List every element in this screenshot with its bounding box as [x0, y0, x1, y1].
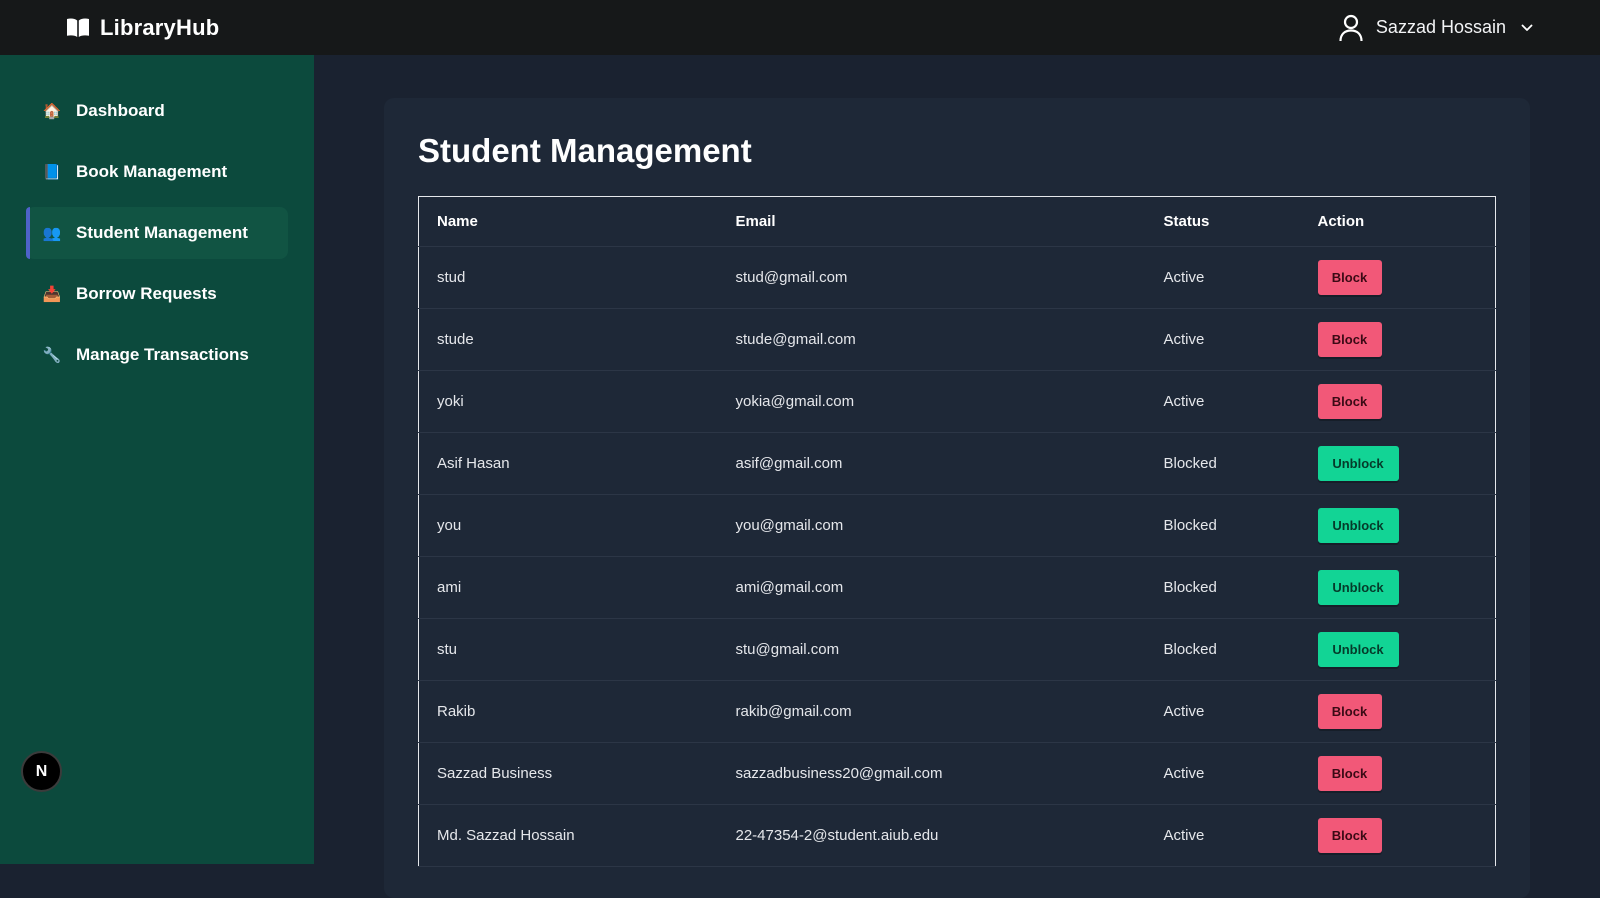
- cell-email: stu@gmail.com: [717, 618, 1146, 681]
- main-content: Student Management Name Email Status Act…: [314, 55, 1600, 898]
- cell-status: Blocked: [1145, 432, 1300, 495]
- inbox-tray-icon: 📥: [42, 285, 62, 303]
- user-menu[interactable]: Sazzad Hossain: [1338, 14, 1534, 42]
- cell-email: you@gmail.com: [717, 494, 1146, 557]
- sidebar-item-label: Dashboard: [76, 101, 165, 120]
- cell-action: Block: [1299, 742, 1496, 805]
- cell-email: rakib@gmail.com: [717, 680, 1146, 743]
- cell-action: Block: [1299, 370, 1496, 433]
- sidebar-item-manage-transactions[interactable]: 🔧 Manage Transactions: [26, 329, 288, 381]
- cell-email: yokia@gmail.com: [717, 370, 1146, 433]
- block-button[interactable]: Block: [1317, 322, 1382, 357]
- brand-name: LibraryHub: [100, 14, 220, 40]
- table-row: stude stude@gmail.com Active Block: [418, 308, 1496, 371]
- cell-name: yoki: [418, 370, 718, 433]
- sidebar-item-student-management[interactable]: 👥 Student Management: [26, 207, 288, 259]
- block-button[interactable]: Block: [1317, 818, 1382, 853]
- table-row: stud stud@gmail.com Active Block: [418, 246, 1496, 309]
- cell-action: Block: [1299, 246, 1496, 309]
- student-management-card: Student Management Name Email Status Act…: [384, 98, 1530, 898]
- sidebar: 🏠 Dashboard 📘 Book Management 👥 Student …: [0, 55, 314, 864]
- block-button[interactable]: Block: [1317, 260, 1382, 295]
- table-row: yoki yokia@gmail.com Active Block: [418, 370, 1496, 433]
- nextjs-badge[interactable]: N: [21, 751, 62, 792]
- unblock-button[interactable]: Unblock: [1317, 446, 1399, 481]
- cell-status: Active: [1145, 680, 1300, 743]
- table-row: ami ami@gmail.com Blocked Unblock: [418, 556, 1496, 619]
- cell-email: stude@gmail.com: [717, 308, 1146, 371]
- cell-name: stude: [418, 308, 718, 371]
- unblock-button[interactable]: Unblock: [1317, 570, 1399, 605]
- unblock-button[interactable]: Unblock: [1317, 632, 1399, 667]
- table-header-row: Name Email Status Action: [418, 196, 1496, 247]
- sidebar-item-label: Manage Transactions: [76, 345, 249, 364]
- cell-name: stu: [418, 618, 718, 681]
- column-header-action: Action: [1299, 196, 1496, 247]
- cell-action: Unblock: [1299, 432, 1496, 495]
- cell-email: sazzadbusiness20@gmail.com: [717, 742, 1146, 805]
- chevron-down-icon: [1520, 21, 1534, 35]
- table-row: Md. Sazzad Hossain 22-47354-2@student.ai…: [418, 804, 1496, 867]
- cell-email: 22-47354-2@student.aiub.edu: [717, 804, 1146, 867]
- cell-action: Block: [1299, 308, 1496, 371]
- unblock-button[interactable]: Unblock: [1317, 508, 1399, 543]
- cell-status: Blocked: [1145, 618, 1300, 681]
- cell-name: Md. Sazzad Hossain: [418, 804, 718, 867]
- sidebar-item-label: Borrow Requests: [76, 284, 217, 303]
- table-row: you you@gmail.com Blocked Unblock: [418, 494, 1496, 557]
- table-row: Sazzad Business sazzadbusiness20@gmail.c…: [418, 742, 1496, 805]
- cell-email: asif@gmail.com: [717, 432, 1146, 495]
- column-header-status: Status: [1145, 196, 1300, 247]
- cell-action: Block: [1299, 804, 1496, 867]
- wrench-icon: 🔧: [42, 346, 62, 364]
- sidebar-item-borrow-requests[interactable]: 📥 Borrow Requests: [26, 268, 288, 320]
- students-table: Name Email Status Action stud stud@gmail…: [418, 196, 1496, 867]
- cell-status: Blocked: [1145, 494, 1300, 557]
- book-icon: 📘: [42, 163, 62, 181]
- cell-name: stud: [418, 246, 718, 309]
- table-row: Asif Hasan asif@gmail.com Blocked Unbloc…: [418, 432, 1496, 495]
- column-header-email: Email: [717, 196, 1146, 247]
- sidebar-item-label: Book Management: [76, 162, 228, 181]
- cell-status: Active: [1145, 246, 1300, 309]
- users-icon: 👥: [42, 224, 62, 242]
- block-button[interactable]: Block: [1317, 694, 1382, 729]
- home-icon: 🏠: [42, 102, 62, 120]
- sidebar-item-dashboard[interactable]: 🏠 Dashboard: [26, 85, 288, 137]
- user-name: Sazzad Hossain: [1375, 17, 1506, 37]
- cell-status: Active: [1145, 742, 1300, 805]
- sidebar-item-label: Student Management: [76, 223, 248, 242]
- cell-name: you: [418, 494, 718, 557]
- cell-name: Sazzad Business: [418, 742, 718, 805]
- cell-status: Active: [1145, 370, 1300, 433]
- cell-name: ami: [418, 556, 718, 619]
- table-row: stu stu@gmail.com Blocked Unblock: [418, 618, 1496, 681]
- open-book-icon: [66, 17, 90, 39]
- cell-status: Blocked: [1145, 556, 1300, 619]
- cell-email: stud@gmail.com: [717, 246, 1146, 309]
- cell-action: Block: [1299, 680, 1496, 743]
- brand[interactable]: LibraryHub: [66, 15, 219, 41]
- top-navbar: LibraryHub Sazzad Hossain: [0, 0, 1600, 55]
- cell-status: Active: [1145, 308, 1300, 371]
- table-row: Rakib rakib@gmail.com Active Block: [418, 680, 1496, 743]
- cell-name: Rakib: [418, 680, 718, 743]
- cell-name: Asif Hasan: [418, 432, 718, 495]
- sidebar-item-book-management[interactable]: 📘 Book Management: [26, 146, 288, 198]
- cell-email: ami@gmail.com: [717, 556, 1146, 619]
- user-icon: [1338, 14, 1364, 42]
- block-button[interactable]: Block: [1317, 384, 1382, 419]
- page-title: Student Management: [418, 132, 752, 169]
- cell-action: Unblock: [1299, 494, 1496, 557]
- column-header-name: Name: [418, 196, 718, 247]
- cell-action: Unblock: [1299, 556, 1496, 619]
- cell-status: Active: [1145, 804, 1300, 867]
- block-button[interactable]: Block: [1317, 756, 1382, 791]
- cell-action: Unblock: [1299, 618, 1496, 681]
